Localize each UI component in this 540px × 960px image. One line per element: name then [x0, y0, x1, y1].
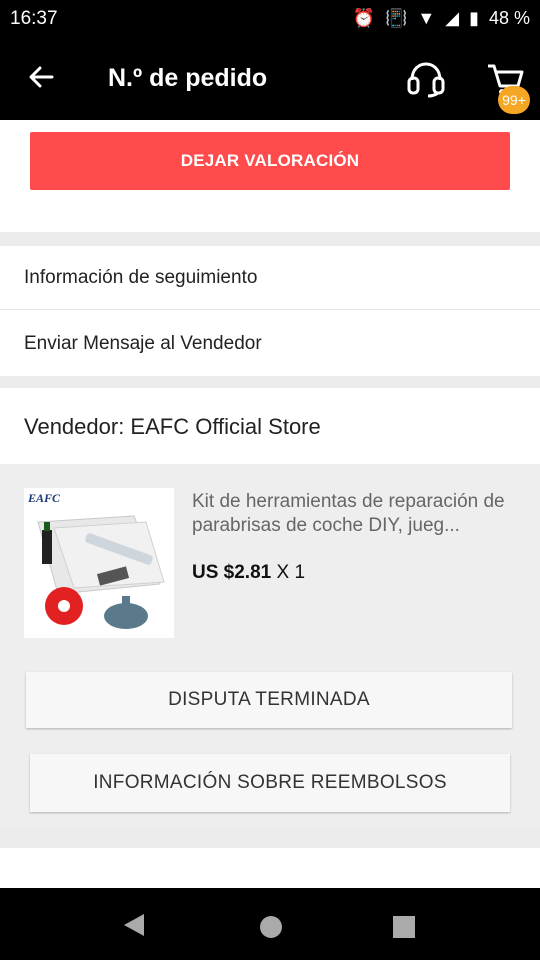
product-section: EAFC Kit de herramientas de reparación d… [0, 464, 540, 828]
product-image-illustration: EAFC [24, 488, 174, 638]
product-price-row: US $2.81 X 1 [192, 562, 305, 584]
nav-recent-icon[interactable] [393, 916, 415, 938]
product-name[interactable]: Kit de herramientas de reparación de par… [192, 490, 522, 538]
seller-label[interactable]: Vendedor: EAFC Official Store [24, 414, 321, 440]
order-menu: Información de seguimiento Enviar Mensaj… [0, 246, 540, 376]
product-image[interactable]: EAFC [24, 488, 174, 638]
nav-home-icon[interactable] [260, 916, 282, 938]
tracking-info-item[interactable]: Información de seguimiento [0, 246, 540, 310]
page-title: N.º de pedido [108, 64, 268, 92]
next-section [0, 848, 540, 888]
product-quantity: X 1 [276, 562, 306, 583]
signal-icon: ◢ [445, 8, 460, 28]
cart-badge: 99+ [498, 86, 530, 114]
status-time: 16:37 [10, 8, 58, 29]
headset-icon[interactable] [404, 58, 448, 98]
vibrate-icon: 📳 [384, 8, 408, 28]
dispute-finished-button[interactable]: DISPUTA TERMINADA [26, 672, 512, 728]
nav-back-icon[interactable] [122, 912, 146, 938]
status-icons: ⏰ 📳 ▼ ◢ ▮ 48 % [353, 8, 530, 29]
refund-info-button[interactable]: INFORMACIÓN SOBRE REEMBOLSOS [30, 754, 510, 812]
seller-section: Vendedor: EAFC Official Store [0, 388, 540, 464]
status-bar: 16:37 ⏰ 📳 ▼ ◢ ▮ 48 % [0, 0, 540, 38]
battery-icon: ▮ [469, 8, 479, 28]
alarm-icon: ⏰ [352, 8, 375, 28]
leave-rating-button[interactable]: DEJAR VALORACIÓN [30, 132, 510, 190]
message-seller-item[interactable]: Enviar Mensaje al Vendedor [0, 312, 540, 376]
back-arrow-icon[interactable] [26, 62, 56, 92]
battery-percent: 48 % [488, 8, 530, 28]
app-bar: N.º de pedido 99+ [0, 38, 540, 120]
system-nav-bar [0, 888, 540, 960]
wifi-icon: ▼ [417, 8, 436, 28]
product-price: US $2.81 [192, 562, 272, 583]
brand-logo-text: EAFC [27, 491, 61, 505]
rating-section: DEJAR VALORACIÓN [0, 120, 540, 232]
